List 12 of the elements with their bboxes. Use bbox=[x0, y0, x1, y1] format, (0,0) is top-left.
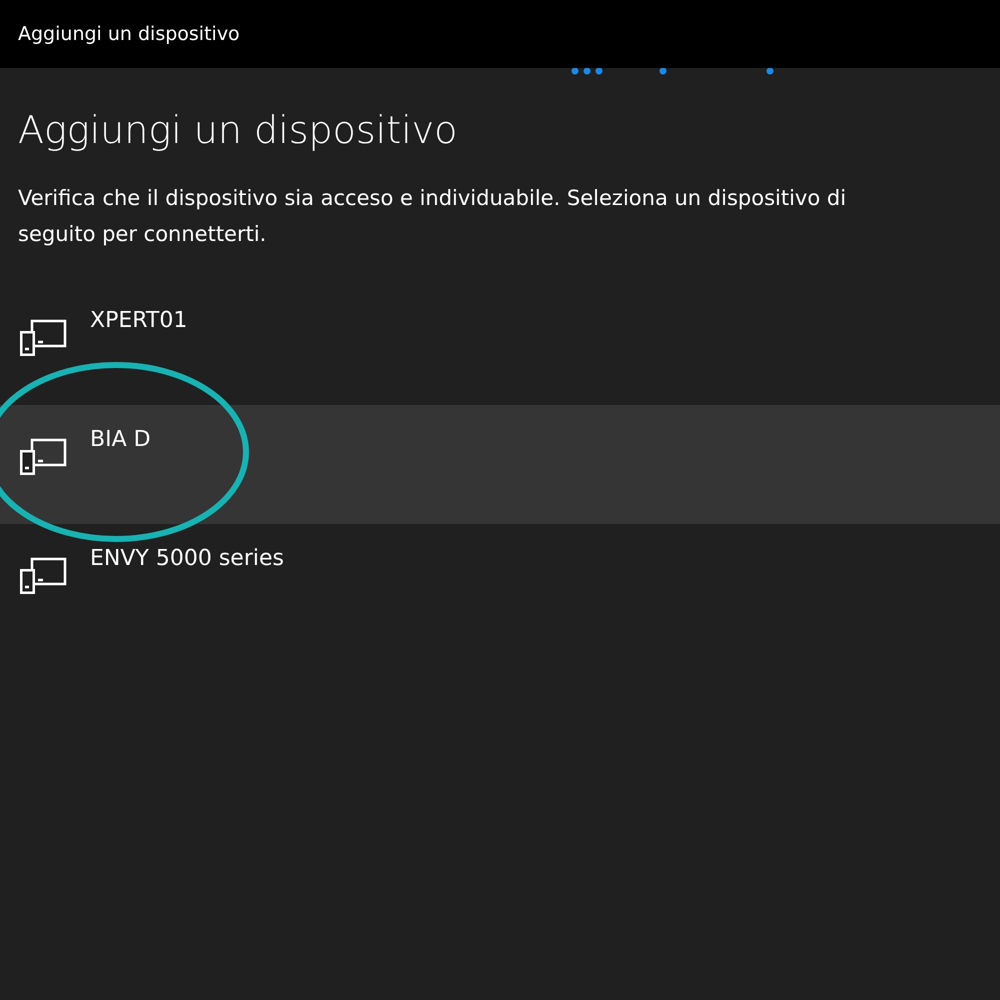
device-item[interactable]: BIA D bbox=[0, 405, 1000, 524]
device-name: ENVY 5000 series bbox=[90, 545, 284, 573]
device-item[interactable]: ENVY 5000 series bbox=[0, 524, 1000, 643]
devices-icon bbox=[18, 437, 68, 477]
devices-icon bbox=[18, 318, 68, 358]
devices-icon bbox=[18, 556, 68, 596]
instructions-text: Verifica che il dispositivo sia acceso e individuabile. Seleziona un dispositivo di seguito per connetterti. bbox=[18, 185, 848, 248]
device-item[interactable]: XPERT01 bbox=[0, 286, 1000, 405]
window-title: Aggiungi un dispositivo bbox=[18, 23, 240, 45]
device-name: BIA D bbox=[90, 426, 151, 454]
device-name: XPERT01 bbox=[90, 307, 188, 335]
page-heading: Aggiungi un dispositivo bbox=[18, 107, 458, 154]
